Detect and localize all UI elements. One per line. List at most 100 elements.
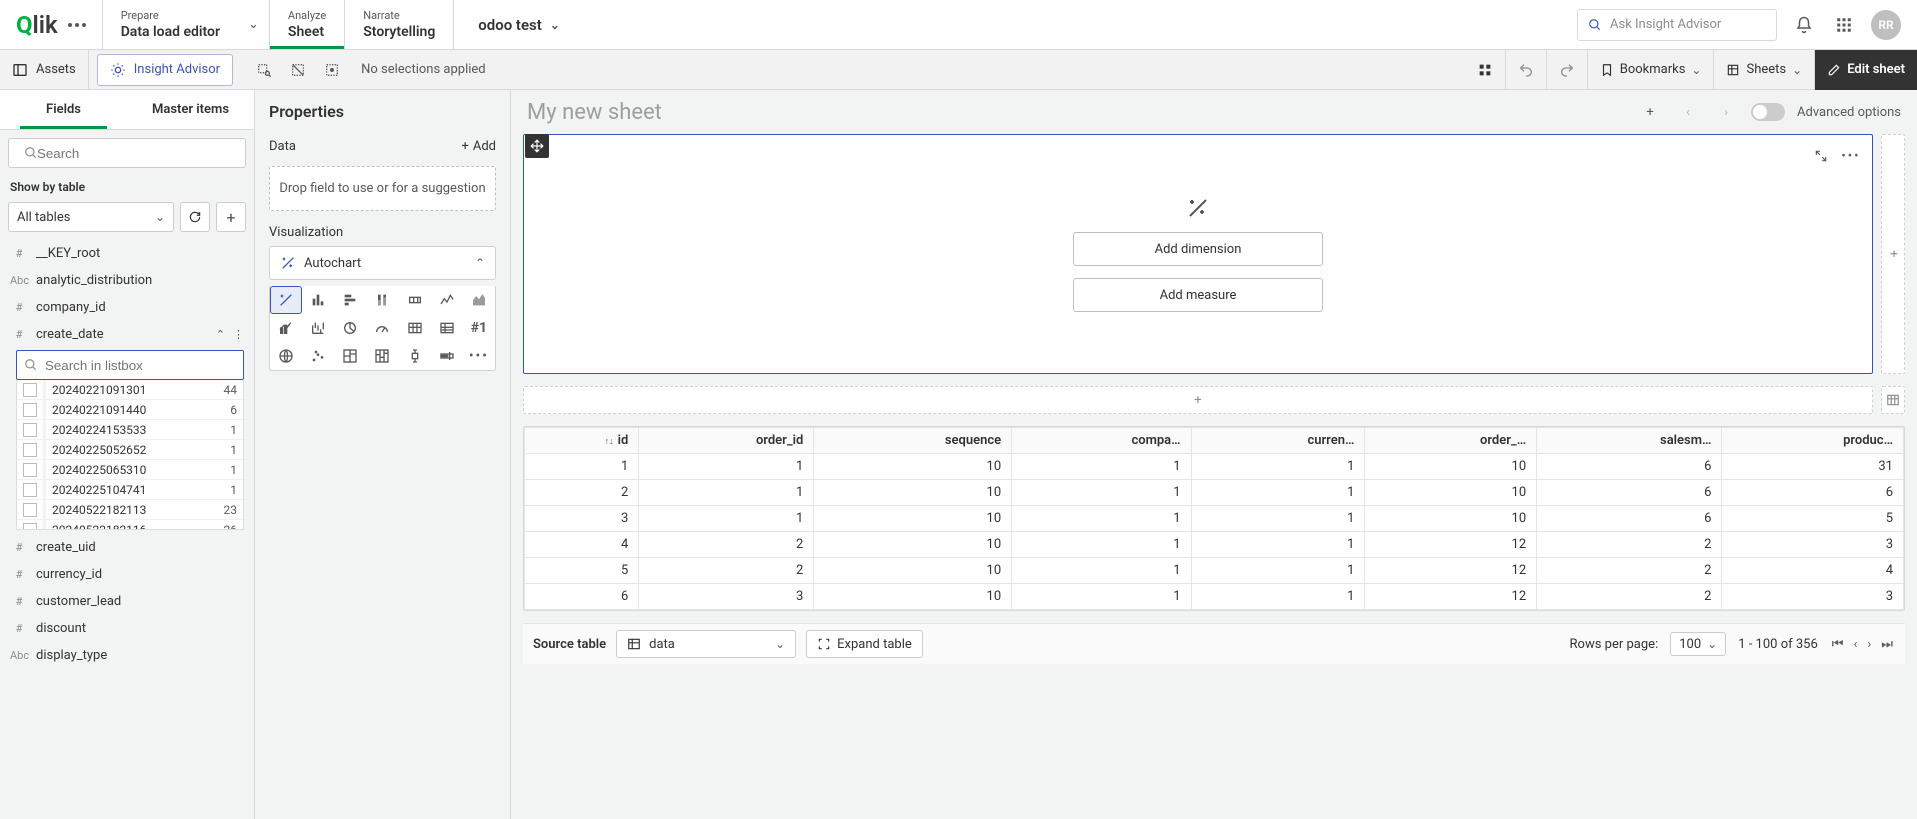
chart-type-treemap[interactable] (334, 342, 366, 370)
refresh-fields-button[interactable] (180, 202, 210, 232)
undo-button[interactable] (1505, 50, 1546, 90)
field-item[interactable]: #discount (0, 615, 254, 642)
chart-type-bar-100[interactable] (399, 286, 431, 314)
fields-search-input[interactable] (8, 138, 246, 168)
checkbox[interactable] (23, 483, 37, 497)
edit-sheet-button[interactable]: Edit sheet (1814, 50, 1917, 90)
add-dimension-button[interactable]: Add dimension (1073, 232, 1323, 266)
chart-type-pivot[interactable] (431, 314, 463, 342)
checkbox[interactable] (23, 443, 37, 457)
chart-type-pie[interactable] (334, 314, 366, 342)
table-row[interactable]: 5210111224 (525, 558, 1904, 584)
fullscreen-button[interactable] (1808, 143, 1834, 169)
table-header-cell[interactable]: produc… (1722, 428, 1904, 454)
chart-type-area[interactable] (463, 286, 495, 314)
chart-type-more[interactable]: ••• (463, 342, 495, 370)
nav-analyze[interactable]: Analyze Sheet (270, 0, 345, 49)
chart-type-table[interactable] (399, 314, 431, 342)
add-data-button[interactable]: +Add (461, 139, 496, 154)
chart-type-waterfall[interactable] (302, 314, 334, 342)
sheets-button[interactable]: Sheets ⌄ (1713, 50, 1814, 90)
field-item[interactable]: #create_uid (0, 534, 254, 561)
table-row[interactable]: 3110111065 (525, 506, 1904, 532)
chart-type-box[interactable] (399, 342, 431, 370)
advanced-toggle[interactable] (1751, 103, 1785, 121)
chart-type-mekko[interactable] (366, 342, 398, 370)
add-measure-button[interactable]: Add measure (1073, 278, 1323, 312)
table-header-cell[interactable]: curren… (1191, 428, 1365, 454)
field-handle-icon[interactable]: ⋮ (233, 328, 244, 341)
listbox-row[interactable]: 2024022109130144 (17, 380, 243, 400)
listbox-row[interactable]: 202402241535331 (17, 420, 243, 440)
smart-search-button[interactable] (251, 57, 277, 83)
listbox-search-input[interactable] (16, 350, 244, 380)
first-page-button[interactable]: ⏮ (1830, 637, 1846, 652)
ask-insight-input[interactable]: Ask Insight Advisor (1577, 9, 1777, 41)
listbox-row[interactable]: 202402250526521 (17, 440, 243, 460)
checkbox[interactable] (23, 423, 37, 437)
field-item[interactable]: #create_date⌃⋮ (0, 321, 254, 348)
drop-field-target[interactable]: Drop field to use or for a suggestion (269, 166, 496, 211)
tab-master-items[interactable]: Master items (127, 90, 254, 129)
redo-button[interactable] (1546, 50, 1587, 90)
chart-type-bar-v[interactable] (302, 286, 334, 314)
nav-narrate[interactable]: Narrate Storytelling (345, 0, 454, 49)
checkbox[interactable] (23, 403, 37, 417)
user-avatar[interactable]: RR (1871, 10, 1901, 40)
sheet-title[interactable]: My new sheet (527, 100, 1637, 125)
table-header-cell[interactable]: sequence (814, 428, 1012, 454)
table-row[interactable]: 4210111223 (525, 532, 1904, 558)
expand-table-button[interactable]: Expand table (806, 630, 923, 658)
field-item[interactable]: #customer_lead (0, 588, 254, 615)
nav-prepare[interactable]: Prepare Data load editor ⌄ (103, 0, 270, 49)
listbox-row[interactable]: 202402251047411 (17, 480, 243, 500)
selections-forward-button[interactable] (319, 57, 345, 83)
table-header-cell[interactable]: order_… (1365, 428, 1537, 454)
insight-advisor-button[interactable]: Insight Advisor (97, 54, 233, 86)
selections-back-button[interactable] (285, 57, 311, 83)
field-item[interactable]: #__KEY_root (0, 240, 254, 267)
field-item[interactable]: #currency_id (0, 561, 254, 588)
add-right-region[interactable]: + (1881, 134, 1905, 374)
notifications-button[interactable] (1791, 12, 1817, 38)
add-below-region[interactable]: + (523, 386, 1873, 414)
field-item[interactable]: Abcdisplay_type (0, 642, 254, 669)
chart-type-combo[interactable] (270, 314, 302, 342)
bookmarks-button[interactable]: Bookmarks ⌄ (1587, 50, 1714, 90)
source-table-select[interactable]: data ⌄ (616, 630, 796, 658)
chart-type-scatter[interactable] (302, 342, 334, 370)
table-row[interactable]: 11101110631 (525, 454, 1904, 480)
add-sheet-button[interactable]: + (1637, 99, 1663, 125)
viz-type-selector[interactable]: Autochart ⌃ (269, 246, 496, 280)
chart-type-map[interactable] (270, 342, 302, 370)
chart-type-bar-h[interactable] (334, 286, 366, 314)
chart-placeholder[interactable]: ••• Add dimension Add measure (523, 134, 1873, 374)
checkbox[interactable] (23, 463, 37, 477)
field-item[interactable]: #company_id (0, 294, 254, 321)
listbox-row[interactable]: 2024052218211323 (17, 500, 243, 520)
tab-fields[interactable]: Fields (0, 90, 127, 129)
assets-button[interactable]: Assets (0, 50, 89, 90)
checkbox[interactable] (23, 503, 37, 517)
table-header-cell[interactable]: salesm… (1537, 428, 1722, 454)
chart-type-wand[interactable] (270, 286, 302, 314)
prev-sheet-button[interactable]: ‹ (1675, 99, 1701, 125)
checkbox[interactable] (23, 383, 37, 397)
grid-view-button[interactable] (1465, 50, 1505, 90)
next-page-button[interactable]: › (1865, 637, 1873, 652)
listbox-row[interactable]: 202402250653101 (17, 460, 243, 480)
table-row[interactable]: 6310111223 (525, 584, 1904, 610)
prev-page-button[interactable]: ‹ (1851, 637, 1859, 652)
last-page-button[interactable]: ⏭ (1879, 637, 1895, 652)
add-field-button[interactable]: + (216, 202, 246, 232)
next-sheet-button[interactable]: › (1713, 99, 1739, 125)
more-menu-button[interactable] (68, 23, 86, 27)
chart-type-bar-stack[interactable] (366, 286, 398, 314)
chart-type-line[interactable] (431, 286, 463, 314)
app-name-dropdown[interactable]: odoo test ⌄ (454, 0, 584, 49)
chart-type-gauge[interactable] (366, 314, 398, 342)
chart-type-bullet[interactable] (431, 342, 463, 370)
app-launcher-button[interactable] (1831, 12, 1857, 38)
chart-type-kpi[interactable]: #1 (463, 314, 495, 342)
move-handle[interactable] (525, 134, 549, 158)
